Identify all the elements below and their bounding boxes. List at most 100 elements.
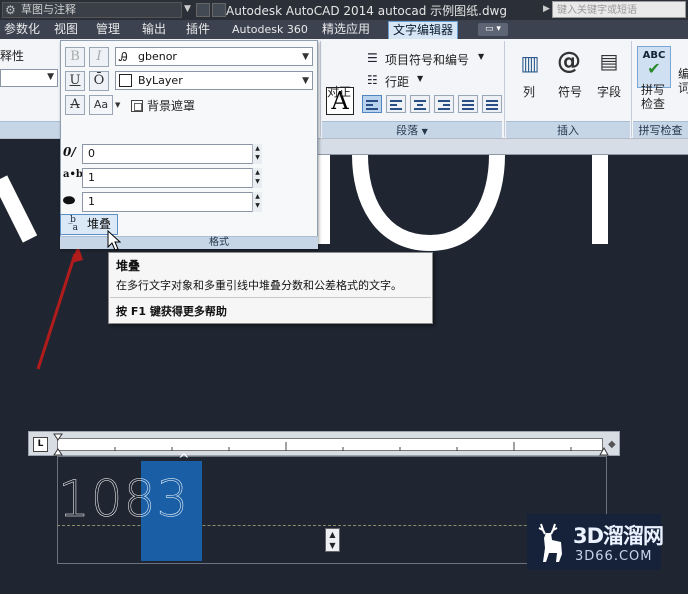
tooltip-help: 按 F1 键获得更多帮助 bbox=[116, 305, 227, 318]
color-swatch bbox=[119, 74, 132, 87]
line-spacing-icon: ☷ bbox=[367, 73, 378, 87]
gear-icon: ⚙ bbox=[5, 3, 16, 17]
ribbon-tabs: 参数化 视图 管理 输出 插件 Autodesk 360 精选应用 文字编辑器 … bbox=[0, 20, 688, 39]
bold-button[interactable]: B bbox=[65, 47, 85, 67]
strikethrough-button[interactable]: A bbox=[65, 95, 85, 115]
stack-tooltip: 堆叠 在多行文字对象和多重引线中堆叠分数和公差格式的文字。 按 F1 键获得更多… bbox=[108, 252, 433, 324]
columns-button[interactable]: 列 bbox=[523, 83, 535, 100]
spell-check-button[interactable]: ABC ✔ bbox=[637, 46, 671, 88]
watermark-logo: 3D溜溜网 3D66.COM bbox=[527, 514, 664, 570]
font-value: gbenor bbox=[138, 50, 177, 63]
align-default-button[interactable] bbox=[362, 95, 382, 113]
field-icon: ▤ bbox=[599, 49, 619, 73]
justify-label[interactable]: 对正 bbox=[327, 83, 351, 100]
panel-label-spell: 拼写检查 bbox=[633, 121, 688, 138]
color-value: ByLayer bbox=[138, 74, 183, 87]
chevron-down-icon: ▼ bbox=[302, 76, 309, 86]
panel-label-style bbox=[0, 121, 60, 138]
chevron-down-icon[interactable]: ▼ bbox=[478, 52, 484, 61]
italic-button[interactable]: I bbox=[89, 47, 109, 67]
indent-marker-icon[interactable] bbox=[53, 433, 63, 456]
ruler-strip[interactable] bbox=[57, 438, 603, 451]
checkmark-icon: ✔ bbox=[647, 59, 661, 78]
width-factor-input[interactable]: 1 bbox=[82, 192, 262, 212]
divider bbox=[504, 41, 505, 137]
oblique-spinner[interactable]: ▲ ▼ bbox=[252, 144, 262, 164]
chevron-down-icon[interactable]: ▼ bbox=[417, 74, 423, 83]
symbol-button[interactable]: 符号 bbox=[558, 83, 582, 100]
tab-type-button[interactable]: L bbox=[33, 437, 48, 452]
mtext-content[interactable]: 1083 bbox=[58, 470, 189, 529]
align-left-button[interactable] bbox=[386, 95, 406, 113]
font-combo[interactable]: Ꭿ gbenor ▼ bbox=[115, 47, 313, 66]
tracking-spinner[interactable]: ▲ ▼ bbox=[252, 168, 262, 188]
panel-label-insert: 插入 bbox=[506, 121, 630, 138]
change-case-label: Aa bbox=[93, 98, 109, 111]
align-center-button[interactable] bbox=[410, 95, 430, 113]
format-panel-footer[interactable]: 格式 bbox=[60, 236, 318, 249]
tooltip-description: 在多行文字对象和多重引线中堆叠分数和公差格式的文字。 bbox=[116, 279, 402, 292]
chevron-down-icon: ▼ bbox=[421, 127, 428, 136]
search-input[interactable]: 键入关键字或短语 bbox=[552, 1, 686, 18]
oblique-row: 0/ 0 ▲ ▼ bbox=[61, 144, 319, 164]
tab-parametric[interactable]: 参数化 bbox=[0, 20, 44, 39]
divider bbox=[631, 41, 632, 137]
chevron-down-icon[interactable]: ▼ bbox=[184, 4, 191, 14]
tab-manage[interactable]: 管理 bbox=[92, 20, 124, 39]
tracking-icon: a•b bbox=[63, 169, 83, 180]
align-right-button[interactable] bbox=[434, 95, 454, 113]
divider bbox=[110, 297, 431, 298]
background-mask-button[interactable]: 背景遮罩 bbox=[131, 97, 195, 114]
tooltip-title: 堆叠 bbox=[116, 259, 141, 273]
divider bbox=[320, 41, 321, 137]
tracking-row: a•b 1 ▲ ▼ bbox=[61, 168, 319, 188]
change-case-button[interactable]: Aa bbox=[89, 95, 113, 115]
oblique-angle-icon: 0/ bbox=[63, 145, 76, 159]
align-justify-button[interactable] bbox=[458, 95, 478, 113]
style-combo[interactable]: ▼ bbox=[0, 69, 58, 87]
panel-label-paragraph[interactable]: 段落 ▼ bbox=[322, 121, 502, 138]
spell-check-label[interactable]: 拼写 检查 bbox=[641, 83, 665, 111]
tab-output[interactable]: 输出 bbox=[138, 20, 170, 39]
app-title: Autodesk AutoCAD 2014 autocad 示例图纸.dwg bbox=[226, 4, 507, 18]
mouse-cursor-icon bbox=[107, 230, 121, 251]
width-handle-icon[interactable]: ◆ bbox=[608, 439, 616, 450]
chevron-right-icon[interactable]: ▶ bbox=[543, 4, 550, 14]
underline-button[interactable]: U bbox=[65, 71, 85, 91]
ribbon-extra-button[interactable]: ▭ ▾ bbox=[478, 23, 508, 36]
background-mask-label: 背景遮罩 bbox=[147, 99, 196, 113]
width-factor-spinner[interactable]: ▲ ▼ bbox=[252, 192, 262, 212]
tab-featured-apps[interactable]: 精选应用 bbox=[318, 20, 374, 39]
workspace-selector[interactable]: ⚙ 草图与注释 bbox=[2, 2, 182, 18]
chevron-down-icon: ▼ bbox=[47, 72, 54, 82]
stack-label: 堆叠 bbox=[87, 217, 112, 231]
tab-text-editor[interactable]: 文字编辑器 bbox=[388, 21, 459, 39]
workspace-label: 草图与注释 bbox=[21, 3, 76, 16]
align-distribute-button[interactable] bbox=[482, 95, 502, 113]
line-spacing-button[interactable]: 行距 bbox=[385, 73, 409, 90]
tracking-input[interactable]: 1 bbox=[82, 168, 262, 188]
field-button[interactable]: 字段 bbox=[597, 83, 621, 100]
color-combo[interactable]: ByLayer ▼ bbox=[115, 71, 313, 90]
toolbar-button[interactable] bbox=[196, 3, 210, 17]
overline-button[interactable]: Ō bbox=[89, 71, 109, 91]
bullets-numbering-button[interactable]: 项目符号和编号 bbox=[385, 51, 469, 68]
edit-dictionary-button[interactable]: 编 词 bbox=[678, 67, 688, 95]
tab-autodesk-360[interactable]: Autodesk 360 bbox=[228, 20, 312, 39]
tab-plugins[interactable]: 插件 bbox=[182, 20, 214, 39]
stack-icon: b ‾a bbox=[68, 215, 78, 233]
chevron-down-icon[interactable]: ▼ bbox=[115, 101, 120, 109]
watermark-url: 3D66.COM bbox=[575, 549, 653, 564]
oblique-angle-input[interactable]: 0 bbox=[82, 144, 262, 164]
toolbar-button[interactable] bbox=[212, 3, 226, 17]
text-editor-ruler[interactable]: L ◆ bbox=[28, 431, 620, 456]
columns-icon: ▥ bbox=[520, 51, 540, 75]
background-mask-icon bbox=[131, 100, 143, 112]
editor-height-handle[interactable]: ▲ ▼ bbox=[325, 528, 340, 552]
paragraph-label: 段落 bbox=[396, 124, 419, 137]
caret-marker-icon: ^ bbox=[178, 452, 190, 468]
tab-view[interactable]: 视图 bbox=[50, 20, 82, 39]
title-bar: ⚙ 草图与注释 ▼ Autodesk AutoCAD 2014 autocad … bbox=[0, 0, 688, 20]
at-symbol-icon: @ bbox=[557, 47, 581, 75]
watermark-title: 3D溜溜网 bbox=[573, 524, 664, 548]
